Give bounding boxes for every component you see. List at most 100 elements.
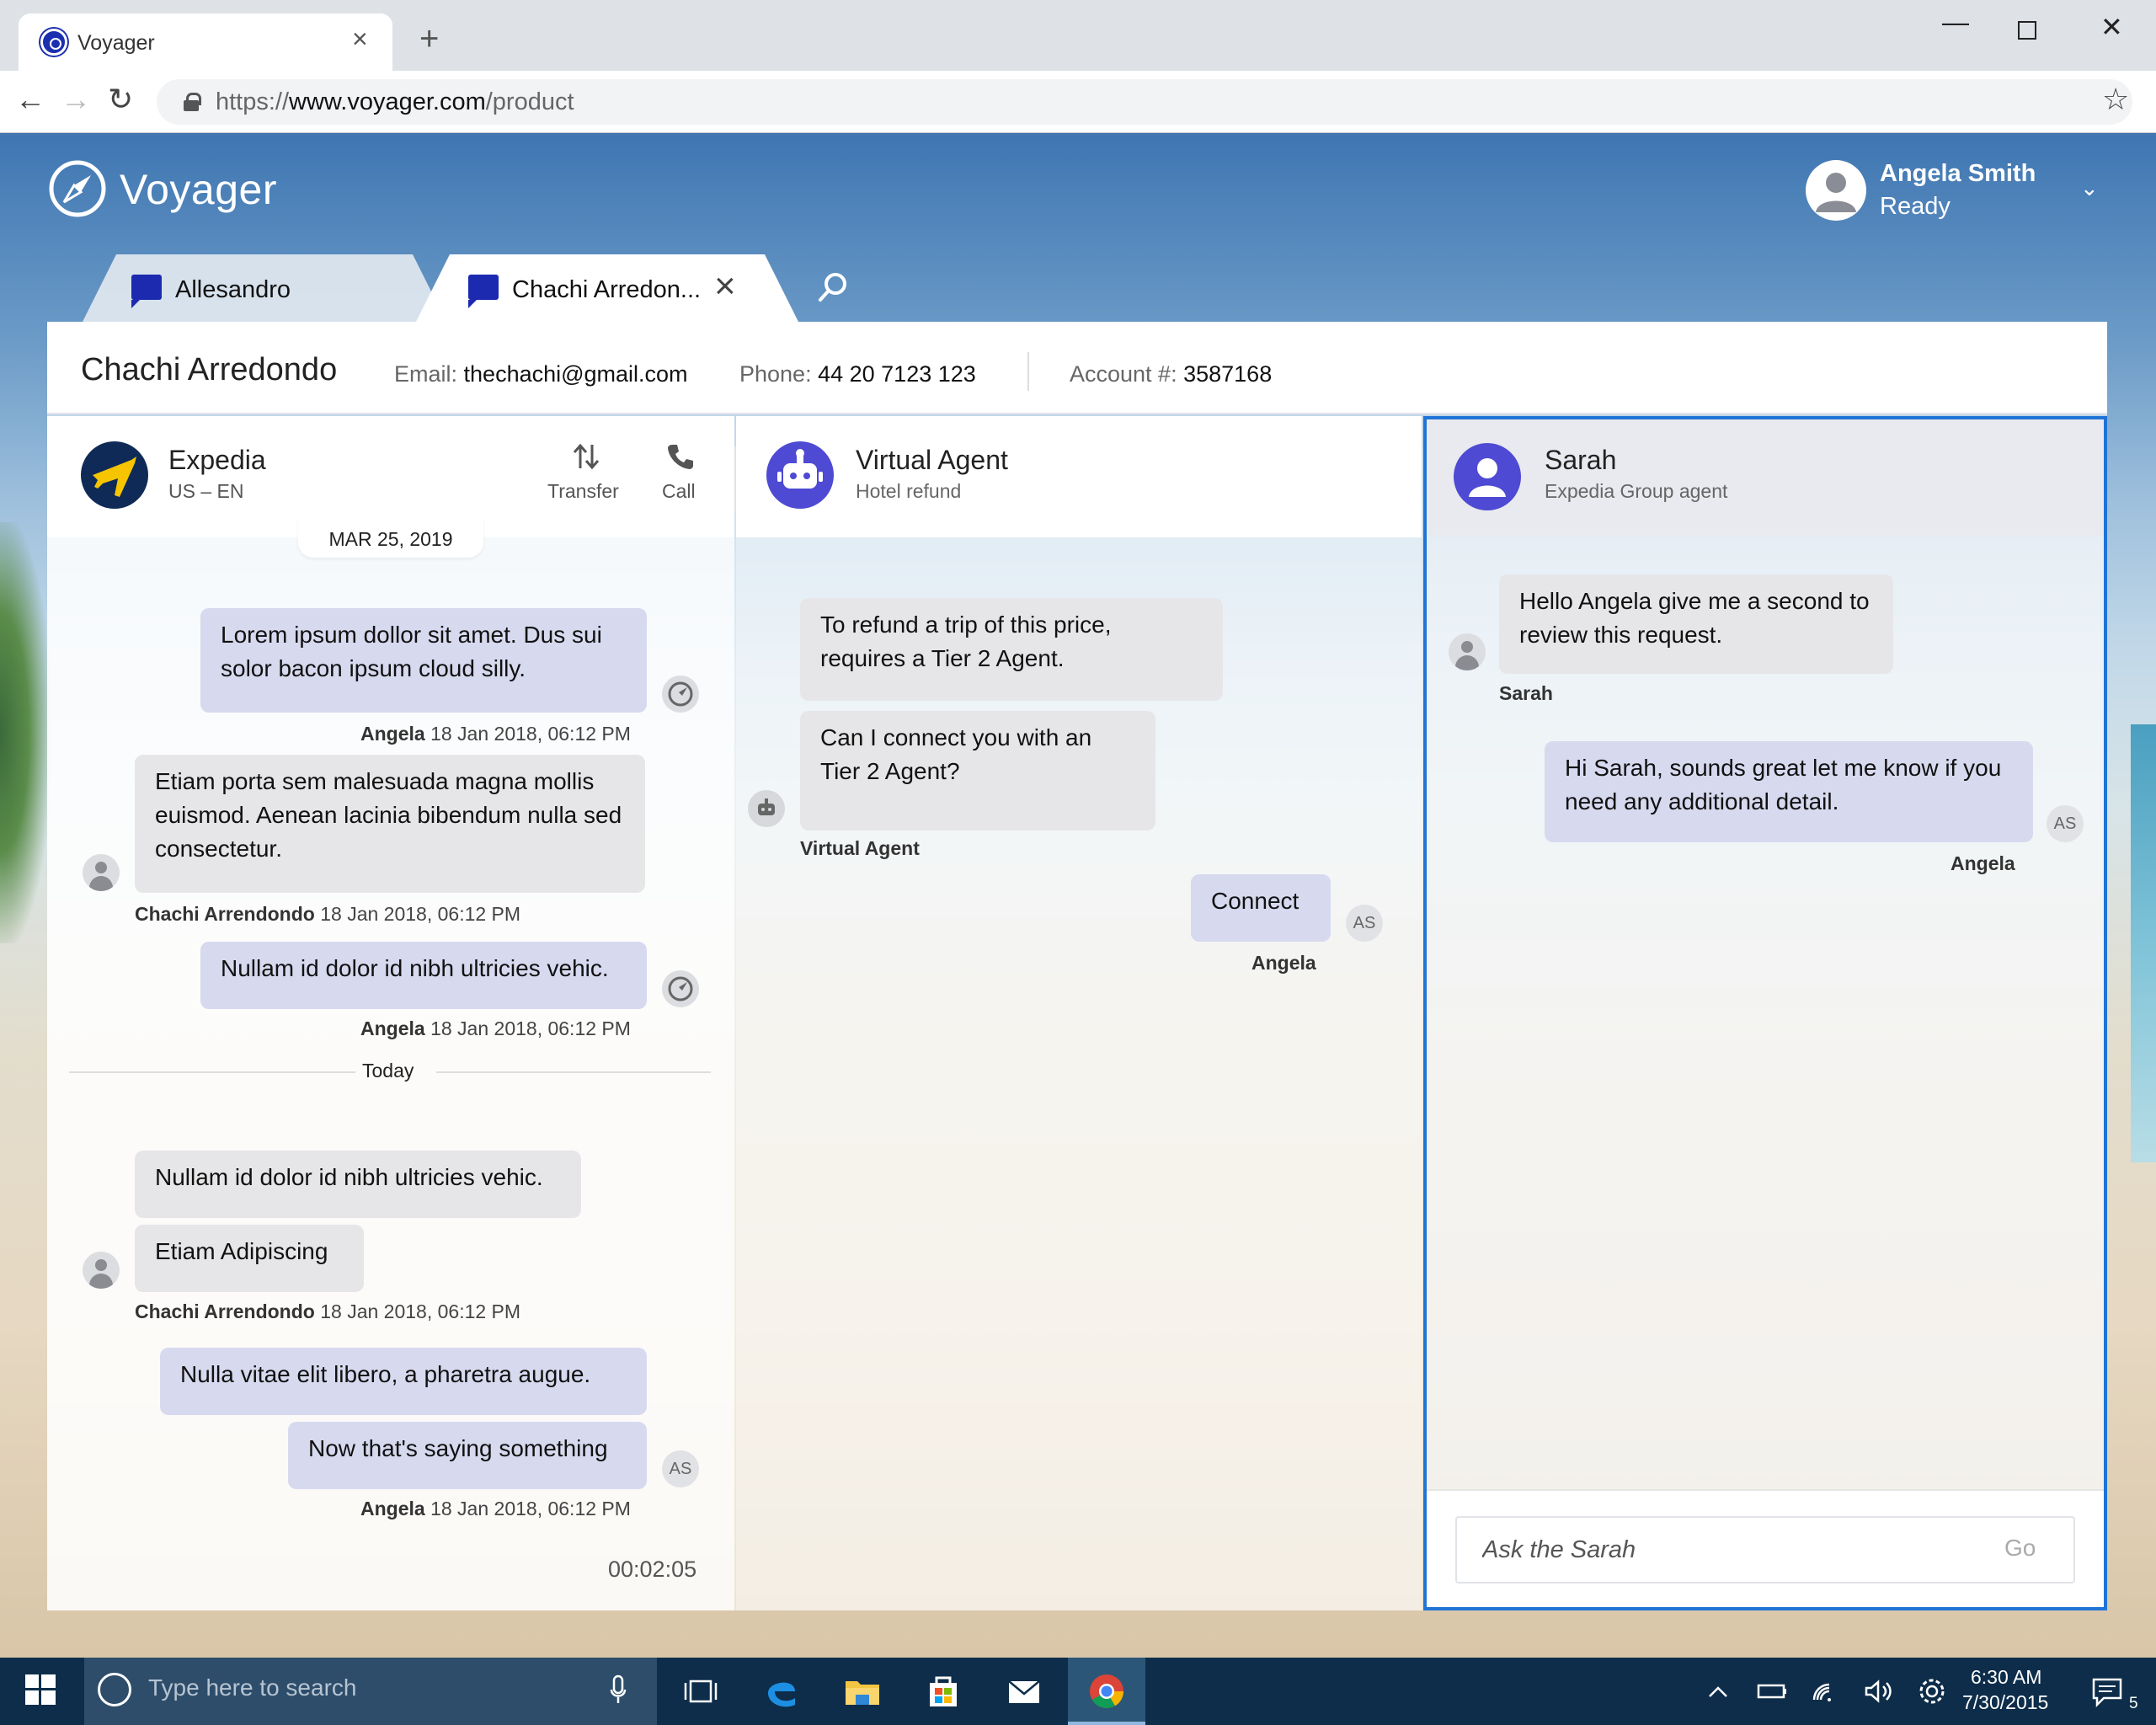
message-time: 18 Jan 2018, 06:12 PM [320,903,521,925]
go-button[interactable]: Go [2004,1535,2036,1562]
agent-initials-avatar: AS [662,1450,699,1487]
volume-icon[interactable] [1858,1671,1898,1712]
minimize-icon[interactable]: — [1942,8,1969,35]
divider [436,1071,711,1073]
close-window-icon[interactable]: ✕ [2100,13,2123,40]
url-scheme: https:// [216,88,290,115]
email-label: Email: [394,361,458,387]
user-silhouette-icon [1816,173,1856,212]
cortana-icon[interactable] [98,1673,131,1706]
message-bubble[interactable]: Nulla vitae elit libero, a pharetra augu… [160,1348,647,1415]
user-status: Ready [1880,193,1951,220]
message-bubble[interactable]: Etiam Adipiscing [135,1225,364,1292]
message-bubble[interactable]: Hi Sarah, sounds great let me know if yo… [1545,741,2033,842]
message-meta: Angela 18 Jan 2018, 06:12 PM [360,1017,631,1040]
transfer-icon[interactable] [571,441,601,472]
message-meta: Chachi Arrendondo 18 Jan 2018, 06:12 PM [135,903,520,926]
battery-icon[interactable] [1752,1671,1792,1712]
call-button[interactable]: Call [662,480,696,503]
url-text[interactable]: https://www.voyager.com/product [216,88,574,116]
message-meta: Angela 18 Jan 2018, 06:12 PM [360,1498,631,1520]
new-tab-icon[interactable]: + [419,22,439,56]
windows-start-icon[interactable] [25,1674,56,1705]
message-bubble[interactable]: To refund a trip of this price, requires… [800,598,1223,701]
agent-panel-header [1427,419,2104,536]
message-author: Chachi Arrendondo [135,903,315,925]
bookmark-star-icon[interactable]: ☆ [2102,84,2129,115]
wifi-icon[interactable] [1806,1671,1846,1712]
message-input[interactable] [1455,1516,2075,1583]
tab-label: Chachi Arredon... [512,276,702,303]
message-bubble[interactable]: Etiam porta sem malesuada magna mollis e… [135,755,645,893]
maximize-icon[interactable] [2018,21,2036,40]
app-logo-text: Voyager [120,166,277,213]
globe-avatar-icon [662,676,699,713]
message-meta: Chachi Arrendondo 18 Jan 2018, 06:12 PM [135,1300,520,1323]
bot-name: Virtual Agent [856,445,1008,475]
sea-decoration [2131,724,2156,1162]
notification-count-badge: 5 [2129,1695,2138,1712]
divider [69,1071,355,1073]
chrome-icon[interactable] [1086,1671,1127,1712]
message-time: 18 Jan 2018, 06:12 PM [320,1300,521,1322]
customer-org-name: Expedia [168,445,266,475]
voyager-compass-logo-icon [49,160,106,217]
expedia-logo-icon [81,441,148,509]
divider [1027,352,1029,391]
agent-initials-avatar: AS [2047,805,2084,842]
phone-value[interactable]: 44 20 7123 123 [818,361,976,387]
tab-label: Allesandro [175,276,291,303]
message-meta: Sarah [1499,682,1553,705]
message-bubble[interactable]: Now that's saying something [288,1422,647,1489]
chat-bubble-icon [468,275,499,308]
robot-icon [777,449,823,489]
close-conversation-icon[interactable]: × [714,268,736,305]
chevron-up-icon[interactable] [1698,1671,1738,1712]
phone-icon[interactable] [665,441,696,472]
message-bubble[interactable]: Nullam id dolor id nibh ultricies vehic. [135,1151,581,1218]
clock-time[interactable]: 6:30 AM [1971,1666,2041,1689]
message-bubble[interactable]: Lorem ipsum dollor sit amet. Dus sui sol… [200,608,647,713]
edge-browser-icon[interactable] [761,1671,802,1712]
back-arrow-icon[interactable]: ← [15,84,45,115]
person-avatar-icon [1449,633,1486,670]
search-icon[interactable] [817,271,849,303]
message-author: Sarah [1499,682,1553,704]
bot-panel-header [736,416,1422,537]
user-name: Angela Smith [1880,160,2036,187]
tab-allesandro[interactable]: Allesandro [83,254,446,322]
close-tab-icon[interactable]: × [352,25,368,52]
message-bubble[interactable]: Can I connect you with an Tier 2 Agent? [800,711,1155,830]
task-view-icon[interactable] [680,1671,721,1712]
file-explorer-icon[interactable] [842,1671,883,1712]
store-icon[interactable] [923,1671,963,1712]
browser-tab-title: Voyager [77,31,155,55]
message-meta: Virtual Agent [800,837,920,860]
robot-avatar-icon [766,441,834,509]
mail-icon[interactable] [1004,1671,1044,1712]
user-avatar[interactable] [1806,160,1866,221]
gear-icon[interactable] [1912,1671,1952,1712]
taskbar-search-placeholder[interactable]: Type here to search [148,1674,356,1701]
email-value[interactable]: thechachi@gmail.com [464,361,688,387]
chevron-down-icon[interactable]: ⌄ [2080,175,2099,201]
connect-button[interactable]: Connect [1191,874,1331,942]
message-meta: Angela [1251,952,1316,975]
forward-arrow-icon[interactable]: → [61,84,91,115]
clock-date[interactable]: 7/30/2015 [1962,1691,2048,1714]
customer-locale: US – EN [168,480,244,502]
contact-name: Chachi Arredondo [81,352,338,387]
message-author: Angela [360,723,425,745]
today-separator: Today [362,1060,414,1081]
microphone-icon[interactable] [610,1674,627,1705]
agent-avatar [1454,443,1521,510]
message-author: Virtual Agent [800,837,920,859]
phone-label: Phone: [739,361,812,387]
message-bubble[interactable]: Hello Angela give me a second to review … [1499,574,1893,674]
action-center-icon[interactable] [2087,1671,2127,1712]
browser-tab[interactable] [19,13,392,71]
tab-chachi-arredondo[interactable]: Chachi Arredon... [416,254,798,322]
transfer-button[interactable]: Transfer [547,480,619,503]
reload-icon[interactable]: ↻ [108,84,133,115]
message-bubble[interactable]: Nullam id dolor id nibh ultricies vehic. [200,942,647,1009]
